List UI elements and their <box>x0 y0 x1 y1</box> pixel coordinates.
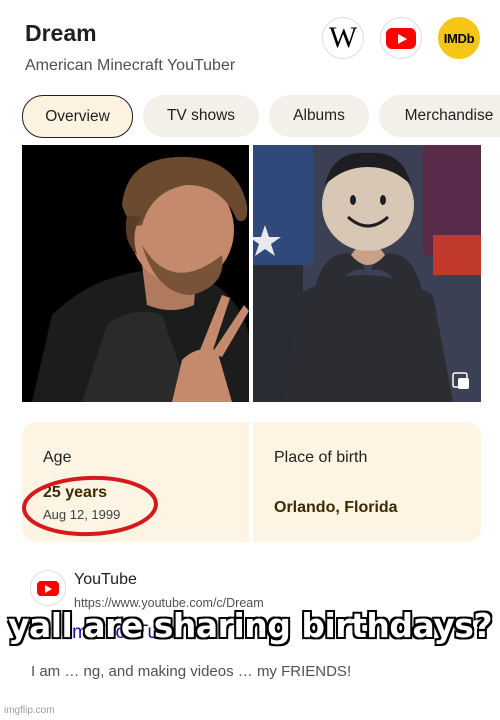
result-snippet: I am … ng, and making videos … my FRIEND… <box>31 663 352 680</box>
wikipedia-icon: W <box>328 21 358 54</box>
tab-albums[interactable]: Albums <box>269 95 369 137</box>
red-circle-annotation <box>22 475 158 537</box>
imdb-link-button[interactable]: IMDb <box>438 17 480 59</box>
entity-subtitle: American Minecraft YouTuber <box>25 57 236 74</box>
tab-merchandise[interactable]: Merchandise <box>379 95 500 137</box>
age-label: Age <box>43 449 72 466</box>
tab-overview[interactable]: Overview <box>22 95 133 138</box>
imdb-icon: IMDb <box>443 30 475 46</box>
youtube-favicon <box>30 570 66 606</box>
place-of-birth-label: Place of birth <box>274 449 368 466</box>
place-of-birth-value: Orlando, Florida <box>274 499 398 516</box>
photo-of-person-making-peace-sign <box>22 145 249 402</box>
image-thumbnail-2[interactable] <box>253 145 481 402</box>
image-thumbnail-1[interactable] <box>22 145 249 402</box>
wikipedia-link-button[interactable]: W <box>322 17 364 59</box>
imgflip-watermark: imgflip.com <box>4 705 55 716</box>
meme-caption: yall are sharing birthdays? <box>7 605 494 646</box>
youtube-icon <box>386 27 416 49</box>
place-of-birth-fact-card[interactable]: Place of birth Orlando, Florida <box>253 422 481 542</box>
youtube-icon <box>37 580 59 596</box>
youtube-link-button[interactable] <box>380 17 422 59</box>
tab-tv-shows[interactable]: TV shows <box>143 95 259 137</box>
result-site-name: YouTube <box>74 571 137 588</box>
photo-of-masked-person-making-heart-hands <box>253 145 481 402</box>
entity-title: Dream <box>25 20 97 46</box>
